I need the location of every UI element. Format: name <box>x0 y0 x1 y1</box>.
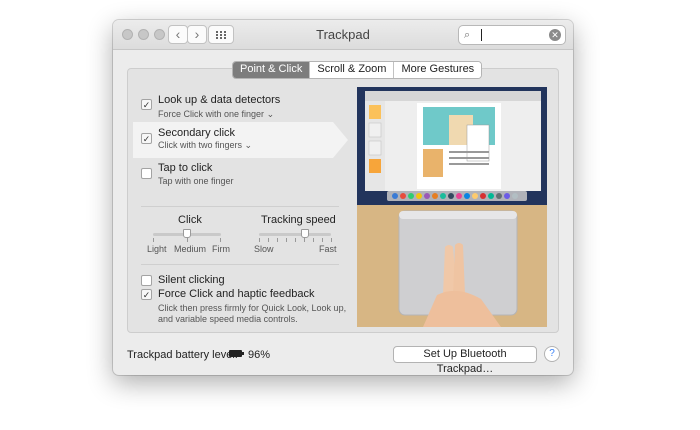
lookup-checkbox[interactable]: ✓ <box>141 99 152 110</box>
text-cursor <box>481 29 482 41</box>
tick-firm: Firm <box>212 244 230 254</box>
separator <box>141 264 339 265</box>
search-icon: ⌕ <box>464 29 471 41</box>
chevron-down-icon: ⌄ <box>266 109 275 119</box>
tick <box>220 238 221 242</box>
tap-to-click-checkbox[interactable] <box>141 168 152 179</box>
click-slider-knob[interactable] <box>183 229 191 238</box>
battery-icon <box>229 350 244 357</box>
trackpad-scene <box>357 205 547 327</box>
force-click-label: Force Click and haptic feedback <box>158 288 315 300</box>
tracking-slider-knob[interactable] <box>301 229 309 238</box>
trackpad-hand-illustration <box>357 205 547 327</box>
tracking-max-label: Fast <box>319 244 337 254</box>
secondary-click-checkbox[interactable]: ✓ <box>141 133 152 144</box>
tick <box>304 238 305 242</box>
help-button[interactable]: ? <box>544 346 560 362</box>
tick-light: Light <box>147 244 167 254</box>
battery-level-label: Trackpad battery level: <box>127 349 238 361</box>
force-click-desc-2: and variable speed media controls. <box>158 314 298 324</box>
gesture-preview-video <box>357 87 547 327</box>
tab-point-click[interactable]: Point & Click <box>233 62 311 78</box>
chevron-down-icon: ⌄ <box>244 140 253 150</box>
tap-to-click-label: Tap to click <box>158 162 213 174</box>
tick <box>286 238 287 242</box>
tick <box>322 238 323 242</box>
lookup-sub[interactable]: Force Click with one finger ⌄ <box>158 109 274 120</box>
tick <box>295 238 296 242</box>
battery-percentage: 96% <box>248 349 271 361</box>
separator <box>141 206 339 207</box>
clear-search-icon[interactable]: ✕ <box>549 29 561 41</box>
force-click-checkbox[interactable]: ✓ <box>141 289 152 300</box>
tick <box>268 238 269 242</box>
preview-screen <box>357 87 547 205</box>
tracking-slider-label: Tracking speed <box>261 214 336 226</box>
tick <box>277 238 278 242</box>
selection-arrow <box>333 122 348 158</box>
lookup-label: Look up & data detectors <box>158 94 281 106</box>
silent-clicking-checkbox[interactable] <box>141 275 152 286</box>
tab-more-gestures[interactable]: More Gestures <box>394 62 482 78</box>
tick <box>187 238 188 242</box>
tick <box>259 238 260 242</box>
setup-bluetooth-trackpad-button[interactable]: Set Up Bluetooth Trackpad… <box>393 346 537 375</box>
silent-clicking-label: Silent clicking <box>158 274 225 286</box>
tab-bar: Point & Click Scroll & Zoom More Gesture… <box>232 61 483 79</box>
force-click-desc-1: Click then press firmly for Quick Look, … <box>158 303 347 313</box>
tab-scroll-zoom[interactable]: Scroll & Zoom <box>310 62 395 78</box>
secondary-click-label: Secondary click <box>158 127 236 139</box>
tick <box>153 238 154 242</box>
tick <box>331 238 332 242</box>
tap-to-click-sub: Tap with one finger <box>158 176 234 186</box>
preview-screen-illustration <box>357 87 547 205</box>
search-field[interactable]: ⌕ ✕ <box>458 25 566 45</box>
tracking-min-label: Slow <box>254 244 274 254</box>
tick <box>313 238 314 242</box>
secondary-click-sub[interactable]: Click with two fingers ⌄ <box>158 140 252 151</box>
title-bar: ‹ › Trackpad ⌕ ✕ <box>113 20 573 50</box>
click-slider-label: Click <box>178 214 202 226</box>
tracking-slider-track[interactable] <box>259 233 331 236</box>
preferences-window: ‹ › Trackpad ⌕ ✕ Point & Click Scroll & … <box>113 20 573 375</box>
tick-medium: Medium <box>174 244 207 254</box>
